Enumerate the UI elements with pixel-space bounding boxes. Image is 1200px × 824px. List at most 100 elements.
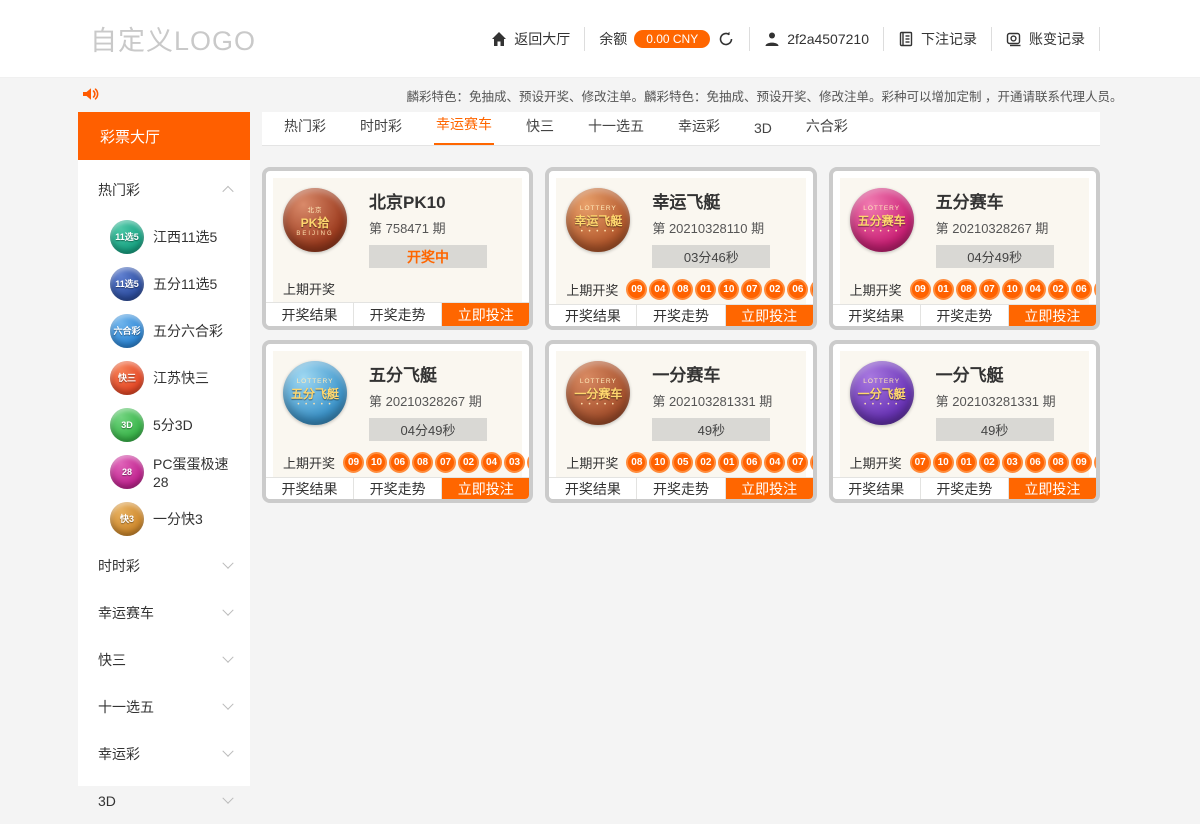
result-ball: 10 [366,452,387,473]
bet-now-button[interactable]: 立即投注 [726,478,813,499]
result-ball: 05 [672,452,693,473]
trend-button[interactable]: 开奖走势 [354,303,442,326]
tab-8[interactable]: 六合彩 [804,116,850,145]
last-draw-label: 上期开奖 [566,280,618,299]
last-draw-row: 上期开奖071001020306080905 [850,452,1079,473]
trend-button[interactable]: 开奖走势 [637,478,725,499]
results-button[interactable]: 开奖结果 [266,478,354,499]
last-draw-balls: 091006080702040305 [343,452,533,473]
tab-6[interactable]: 幸运彩 [676,116,722,145]
lottery-badge-icon: 3D [110,408,144,442]
sidebar-item-6[interactable]: 28PC蛋蛋极速28 [98,448,232,495]
bet-records-link[interactable]: 下注记录 [898,29,977,49]
bet-now-button[interactable]: 立即投注 [442,303,529,326]
game-logo-top: LOTTERY [580,378,617,385]
speaker-icon[interactable] [82,86,99,105]
card-body: 北京PK拾BEIJING北京PK10第 758471 期开奖中上期开奖 [273,178,522,302]
tab-2[interactable]: 时时彩 [358,116,404,145]
game-logo-icon: LOTTERY一分飞艇• • • • • [850,361,914,425]
trend-button[interactable]: 开奖走势 [921,305,1009,326]
sidebar-item-4[interactable]: 快三江苏快三 [98,354,232,401]
sidebar-group-hot[interactable]: 热门彩 [98,166,232,213]
game-logo-top: LOTTERY [297,378,334,385]
trend-button[interactable]: 开奖走势 [921,478,1009,499]
results-button[interactable]: 开奖结果 [549,305,637,326]
result-ball: 08 [956,279,977,300]
results-button[interactable]: 开奖结果 [266,303,354,326]
last-draw-balls: 090108071004020605 [910,279,1100,300]
top-header: 自定义LOGO 返回大厅 余额 0.00 CNY 2f2a4507210 [0,0,1200,78]
sidebar-group-5[interactable]: 幸运彩 [98,730,232,777]
result-ball: 04 [649,279,670,300]
result-ball: 06 [1071,279,1092,300]
result-ball: 07 [435,452,456,473]
sidebar-group-6[interactable]: 3D [98,777,232,824]
game-logo-sub: • • • • • [297,402,332,408]
result-ball: 01 [956,452,977,473]
game-logo-sub: • • • • • [864,402,899,408]
back-to-hall-link[interactable]: 返回大厅 [491,29,570,49]
sidebar-item-2[interactable]: 11选5五分11选5 [98,260,232,307]
game-logo-sub: • • • • • [581,229,616,235]
user-account[interactable]: 2f2a4507210 [764,31,869,47]
sidebar-collapsed-groups: 时时彩幸运赛车快三十一选五幸运彩 3D [98,542,232,824]
game-issue: 第 20210328267 期 [936,218,1079,237]
last-draw-label: 上期开奖 [283,453,335,472]
countdown-timer: 04分49秒 [369,418,487,441]
refresh-balance-icon[interactable] [717,30,735,48]
sidebar-group-2[interactable]: 幸运赛车 [98,589,232,636]
tab-4[interactable]: 快三 [524,116,556,145]
result-ball: 07 [979,279,1000,300]
tab-5[interactable]: 十一选五 [586,116,646,145]
result-ball: 03 [504,452,525,473]
sidebar-group-label: 幸运彩 [98,744,140,764]
category-tabs: 热门彩 时时彩 幸运赛车 快三 十一选五 幸运彩 3D 六合彩 [262,112,1100,146]
chevron-down-icon [222,745,233,756]
lottery-badge-text: 28 [122,467,132,477]
sidebar-group-label: 十一选五 [98,697,154,717]
result-ball: 02 [458,452,479,473]
results-button[interactable]: 开奖结果 [833,478,921,499]
game-logo-sub: • • • • • [581,402,616,408]
lottery-badge-text: 快3 [120,512,134,525]
tab-1[interactable]: 热门彩 [282,116,328,145]
card-body: LOTTERY五分赛车• • • • •五分赛车第 20210328267 期0… [840,178,1089,304]
countdown-timer: 49秒 [936,418,1054,441]
game-logo-top: LOTTERY [863,205,900,212]
last-draw-row: 上期开奖091006080702040305 [283,452,512,473]
game-logo-main: 幸运飞艇 [574,212,622,229]
tab-3[interactable]: 幸运赛车 [434,114,494,145]
game-card: LOTTERY一分赛车• • • • •一分赛车第 202103281331 期… [545,340,816,503]
sidebar-item-5[interactable]: 3D5分3D [98,401,232,448]
lottery-badge-text: 11选5 [115,230,139,243]
sidebar-item-3[interactable]: 六合彩五分六合彩 [98,307,232,354]
result-ball: 06 [787,279,808,300]
game-cards-grid: 北京PK拾BEIJING北京PK10第 758471 期开奖中上期开奖开奖结果开… [262,167,1100,503]
account-records-link[interactable]: 账变记录 [1006,29,1085,49]
sidebar-item-1[interactable]: 11选5江西11选5 [98,213,232,260]
bet-now-button[interactable]: 立即投注 [726,305,813,326]
divider [991,27,992,51]
game-logo-main: PK拾 [301,214,330,231]
sidebar-group-1[interactable]: 时时彩 [98,542,232,589]
results-button[interactable]: 开奖结果 [833,305,921,326]
sidebar-group-3[interactable]: 快三 [98,636,232,683]
trend-button[interactable]: 开奖走势 [637,305,725,326]
result-ball: 01 [718,452,739,473]
result-ball: 07 [787,452,808,473]
tab-7[interactable]: 3D [752,120,774,145]
result-ball: 09 [1071,452,1092,473]
card-body: LOTTERY一分赛车• • • • •一分赛车第 202103281331 期… [556,351,805,477]
bet-now-button[interactable]: 立即投注 [1009,478,1096,499]
game-card: LOTTERY幸运飞艇• • • • •幸运飞艇第 20210328110 期0… [545,167,816,330]
trend-button[interactable]: 开奖走势 [354,478,442,499]
sidebar-group-4[interactable]: 十一选五 [98,683,232,730]
sidebar-item-7[interactable]: 快3一分快3 [98,495,232,542]
result-ball: 02 [979,452,1000,473]
card-body: LOTTERY幸运飞艇• • • • •幸运飞艇第 20210328110 期0… [556,178,805,304]
lottery-badge-icon: 28 [110,455,144,489]
results-button[interactable]: 开奖结果 [549,478,637,499]
bet-now-button[interactable]: 立即投注 [442,478,529,499]
bet-now-button[interactable]: 立即投注 [1009,305,1096,326]
countdown-timer: 03分46秒 [652,245,770,268]
